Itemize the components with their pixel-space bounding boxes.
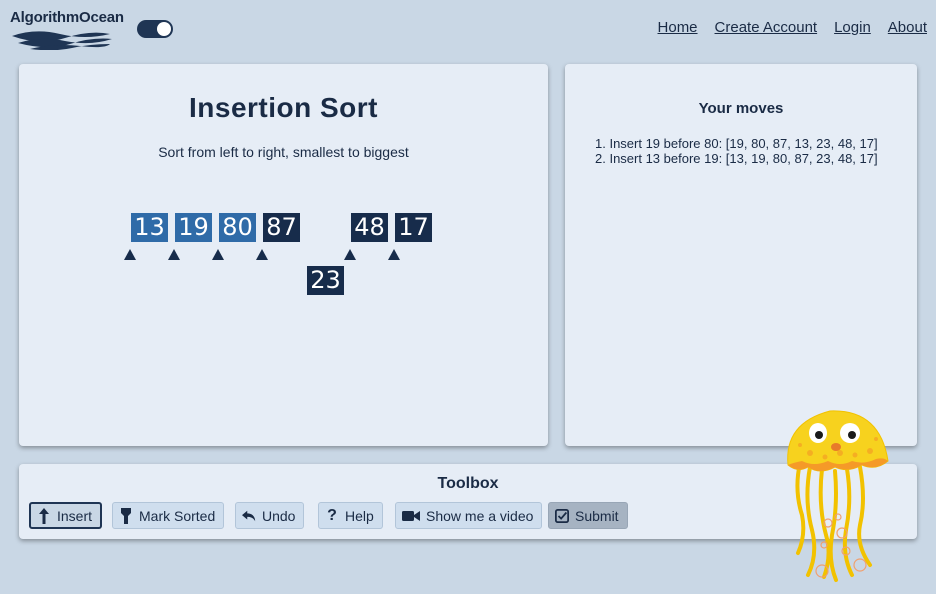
insert-label: Insert [57, 507, 93, 524]
lifted-array-box[interactable]: 23 [307, 266, 344, 295]
show-video-button[interactable]: Show me a video [395, 502, 543, 529]
insert-position-marker[interactable] [388, 249, 400, 260]
jellyfish-mascot-icon [787, 410, 889, 582]
array-box-2[interactable]: 80 [219, 213, 256, 242]
insert-position-marker[interactable] [256, 249, 268, 260]
undo-button[interactable]: Undo [235, 502, 305, 529]
flashlight-icon [119, 507, 133, 524]
array-box-6[interactable]: 17 [395, 213, 432, 242]
logo[interactable]: AlgorithmOcean [10, 9, 124, 50]
help-button[interactable]: ? Help [318, 502, 383, 529]
submit-label: Submit [575, 507, 619, 524]
nav-about-link[interactable]: About [888, 19, 927, 36]
mark-sorted-label: Mark Sorted [139, 507, 216, 524]
insert-position-marker[interactable] [212, 249, 224, 260]
insert-position-marker[interactable] [344, 249, 356, 260]
undo-label: Undo [262, 507, 296, 524]
help-label: Help [345, 507, 374, 524]
array-box-0[interactable]: 13 [131, 213, 168, 242]
array-box-3[interactable]: 87 [263, 213, 300, 242]
nav-home-link[interactable]: Home [658, 19, 698, 36]
array-box-5[interactable]: 48 [351, 213, 388, 242]
toggle-knob [157, 22, 171, 36]
show-video-label: Show me a video [426, 507, 534, 524]
insert-position-marker[interactable] [124, 249, 136, 260]
top-nav: Home Create Account Login About [658, 19, 927, 36]
nav-create-account-link[interactable]: Create Account [715, 19, 818, 36]
move-item: 1. Insert 19 before 80: [19, 80, 87, 13,… [595, 136, 878, 151]
move-item: 2. Insert 13 before 19: [13, 19, 80, 87,… [595, 151, 878, 166]
video-camera-icon [402, 508, 420, 524]
submit-button[interactable]: Submit [548, 502, 628, 529]
instructions: Sort from left to right, smallest to big… [158, 144, 409, 160]
array-box-1[interactable]: 19 [175, 213, 212, 242]
nav-login-link[interactable]: Login [834, 19, 871, 36]
moves-title: Your moves [698, 100, 784, 117]
checkbox-icon [555, 508, 569, 524]
insert-button[interactable]: Insert [29, 502, 103, 529]
mark-sorted-button[interactable]: Mark Sorted [112, 502, 225, 529]
undo-icon [242, 508, 256, 524]
sort-panel: Insertion Sort Sort from left to right, … [19, 64, 548, 446]
page-title: Insertion Sort [188, 92, 378, 123]
waves-icon [12, 31, 112, 50]
arrow-up-icon [37, 507, 51, 524]
insert-position-marker[interactable] [168, 249, 180, 260]
logo-text: AlgorithmOcean [10, 9, 124, 26]
theme-toggle[interactable] [137, 20, 173, 38]
moves-panel: Your moves 1. Insert 19 before 80: [19, … [565, 64, 917, 446]
moves-list: 1. Insert 19 before 80: [19, 80, 87, 13,… [595, 136, 878, 166]
question-icon: ? [327, 506, 337, 524]
